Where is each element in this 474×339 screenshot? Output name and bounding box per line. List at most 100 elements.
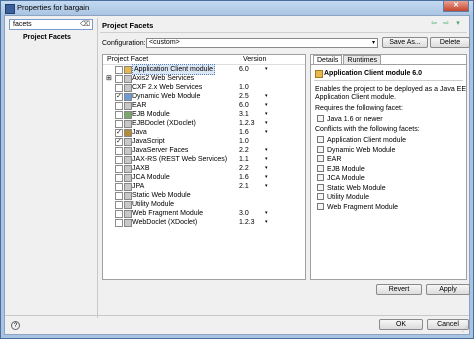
facet-version[interactable]: 1.2.3 xyxy=(239,119,255,128)
facet-row[interactable]: Utility Module xyxy=(103,200,305,209)
resize-grip-icon[interactable]: ⋰ xyxy=(462,326,468,333)
expand-icon[interactable]: ⊞ xyxy=(106,74,112,83)
description-line: Application Client module. xyxy=(315,94,396,101)
facet-row[interactable]: EJB Module 3.1 ▾ xyxy=(103,110,305,119)
facet-row[interactable]: Static Web Module xyxy=(103,191,305,200)
facet-checkbox[interactable] xyxy=(115,165,123,173)
facet-row[interactable]: JCA Module 1.6 ▾ xyxy=(103,173,305,182)
facet-version[interactable]: 1.0 xyxy=(239,137,249,146)
facet-checkbox[interactable] xyxy=(115,174,123,182)
version-dropdown-icon[interactable]: ▾ xyxy=(265,128,268,137)
facet-row[interactable]: WebDoclet (XDoclet) 1.2.3 ▾ xyxy=(103,218,305,227)
facet-checkbox[interactable] xyxy=(115,66,123,74)
back-arrow-icon[interactable]: ⇦ xyxy=(429,19,439,27)
save-as-button[interactable]: Save As... xyxy=(382,37,428,48)
facet-row[interactable]: Java 1.6 ▾ xyxy=(103,128,305,137)
nav-item-project-facets[interactable]: Project Facets xyxy=(9,34,93,44)
help-icon[interactable]: ? xyxy=(11,321,20,330)
facet-icon xyxy=(124,147,132,155)
requires-item-label: Java 1.6 or newer xyxy=(327,116,383,123)
conflict-item: Static Web Module xyxy=(317,183,386,192)
facet-version[interactable]: 1.6 xyxy=(239,173,249,182)
version-dropdown-icon[interactable]: ▾ xyxy=(265,101,268,110)
version-dropdown-icon[interactable]: ▾ xyxy=(265,182,268,191)
facet-checkbox[interactable] xyxy=(115,128,123,137)
facet-checkbox[interactable] xyxy=(115,147,123,155)
pane-divider[interactable] xyxy=(97,18,98,318)
facet-version[interactable]: 2.5 xyxy=(239,92,249,101)
facet-row[interactable]: Application Client module 6.0 ▾ xyxy=(103,64,305,75)
facet-version[interactable]: 2.1 xyxy=(239,182,249,191)
facet-checkbox[interactable] xyxy=(115,219,123,227)
column-header-version[interactable]: Version xyxy=(239,55,305,65)
facet-version[interactable]: 2.2 xyxy=(239,164,249,173)
conflict-item: JCA Module xyxy=(317,174,365,182)
facet-version[interactable]: 3.0 xyxy=(239,209,249,218)
facet-checkbox[interactable] xyxy=(115,183,123,191)
version-dropdown-icon[interactable]: ▾ xyxy=(265,92,268,101)
version-dropdown-icon[interactable]: ▾ xyxy=(265,209,268,218)
ok-button[interactable]: OK xyxy=(379,319,423,330)
facet-checkbox[interactable] xyxy=(115,156,123,164)
facet-row[interactable]: CXF 2.x Web Services 1.0 xyxy=(103,83,305,92)
menu-chevron-icon[interactable]: ▾ xyxy=(453,19,463,27)
version-dropdown-icon[interactable]: ▾ xyxy=(265,155,268,164)
facet-icon xyxy=(124,183,132,191)
facet-checkbox[interactable] xyxy=(115,92,123,101)
facet-row[interactable]: JavaScript 1.0 xyxy=(103,137,305,146)
facet-row[interactable]: JAX-RS (REST Web Services) 1.1 ▾ xyxy=(103,155,305,164)
configuration-value: <custom> xyxy=(149,39,180,46)
facet-version[interactable]: 6.0 xyxy=(239,101,249,110)
revert-button[interactable]: Revert xyxy=(376,284,422,295)
facet-version[interactable]: 1.0 xyxy=(239,83,249,92)
facet-version[interactable]: 3.1 xyxy=(239,110,249,119)
filter-input[interactable]: facets ⌫ xyxy=(9,19,93,30)
facet-icon xyxy=(124,66,132,74)
configuration-select[interactable]: <custom> ▾ xyxy=(146,38,378,48)
clear-filter-icon[interactable]: ⌫ xyxy=(80,20,90,29)
conflict-item-label: Utility Module xyxy=(327,194,370,201)
close-window-button[interactable]: ✕ xyxy=(443,1,469,12)
version-dropdown-icon[interactable]: ▾ xyxy=(265,173,268,182)
facet-version[interactable]: 2.2 xyxy=(239,146,249,155)
version-dropdown-icon[interactable]: ▾ xyxy=(265,146,268,155)
version-dropdown-icon[interactable]: ▾ xyxy=(265,164,268,173)
facet-checkbox[interactable] xyxy=(115,75,123,83)
facet-checkbox[interactable] xyxy=(115,201,123,209)
filter-text: facets xyxy=(13,21,32,28)
facet-checkbox[interactable] xyxy=(115,137,123,146)
facet-checkbox[interactable] xyxy=(115,120,123,128)
facet-icon xyxy=(317,202,324,210)
facet-row[interactable]: JavaServer Faces 2.2 ▾ xyxy=(103,146,305,155)
facet-row[interactable]: EAR 6.0 ▾ xyxy=(103,101,305,110)
facet-name: EJB Module xyxy=(132,111,170,118)
title-bar[interactable]: Properties for bargain ✕ xyxy=(1,1,473,15)
facet-checkbox[interactable] xyxy=(115,192,123,200)
version-dropdown-icon[interactable]: ▾ xyxy=(265,110,268,119)
version-dropdown-icon[interactable]: ▾ xyxy=(265,119,268,128)
facet-version[interactable]: 1.2.3 xyxy=(239,218,255,227)
facet-version[interactable]: 6.0 xyxy=(239,65,249,74)
facet-row[interactable]: JAXB 2.2 ▾ xyxy=(103,164,305,173)
facet-row[interactable]: ⊞ Axis2 Web Services xyxy=(103,74,305,83)
facet-row[interactable]: EJBDoclet (XDoclet) 1.2.3 ▾ xyxy=(103,119,305,128)
conflict-item-label: Application Client module xyxy=(327,137,406,144)
facet-row[interactable]: Web Fragment Module 3.0 ▾ xyxy=(103,209,305,218)
version-dropdown-icon[interactable]: ▾ xyxy=(265,65,268,74)
facet-checkbox[interactable] xyxy=(115,210,123,218)
apply-button[interactable]: Apply xyxy=(426,284,470,295)
forward-arrow-icon[interactable]: ⇨ xyxy=(441,19,451,27)
facet-checkbox[interactable] xyxy=(115,111,123,119)
facet-checkbox[interactable] xyxy=(115,102,123,110)
facet-row[interactable]: Dynamic Web Module 2.5 ▾ xyxy=(103,92,305,101)
facet-version[interactable]: 1.6 xyxy=(239,128,249,137)
version-dropdown-icon[interactable]: ▾ xyxy=(265,218,268,227)
facet-icon xyxy=(124,102,132,110)
details-scrollbar[interactable] xyxy=(459,165,465,245)
facet-row[interactable]: JPA 2.1 ▾ xyxy=(103,182,305,191)
conflict-item-label: EAR xyxy=(327,156,342,163)
facet-version[interactable]: 1.1 xyxy=(239,155,249,164)
facet-checkbox[interactable] xyxy=(115,84,123,92)
facet-icon xyxy=(317,174,324,181)
delete-button[interactable]: Delete xyxy=(430,37,470,48)
